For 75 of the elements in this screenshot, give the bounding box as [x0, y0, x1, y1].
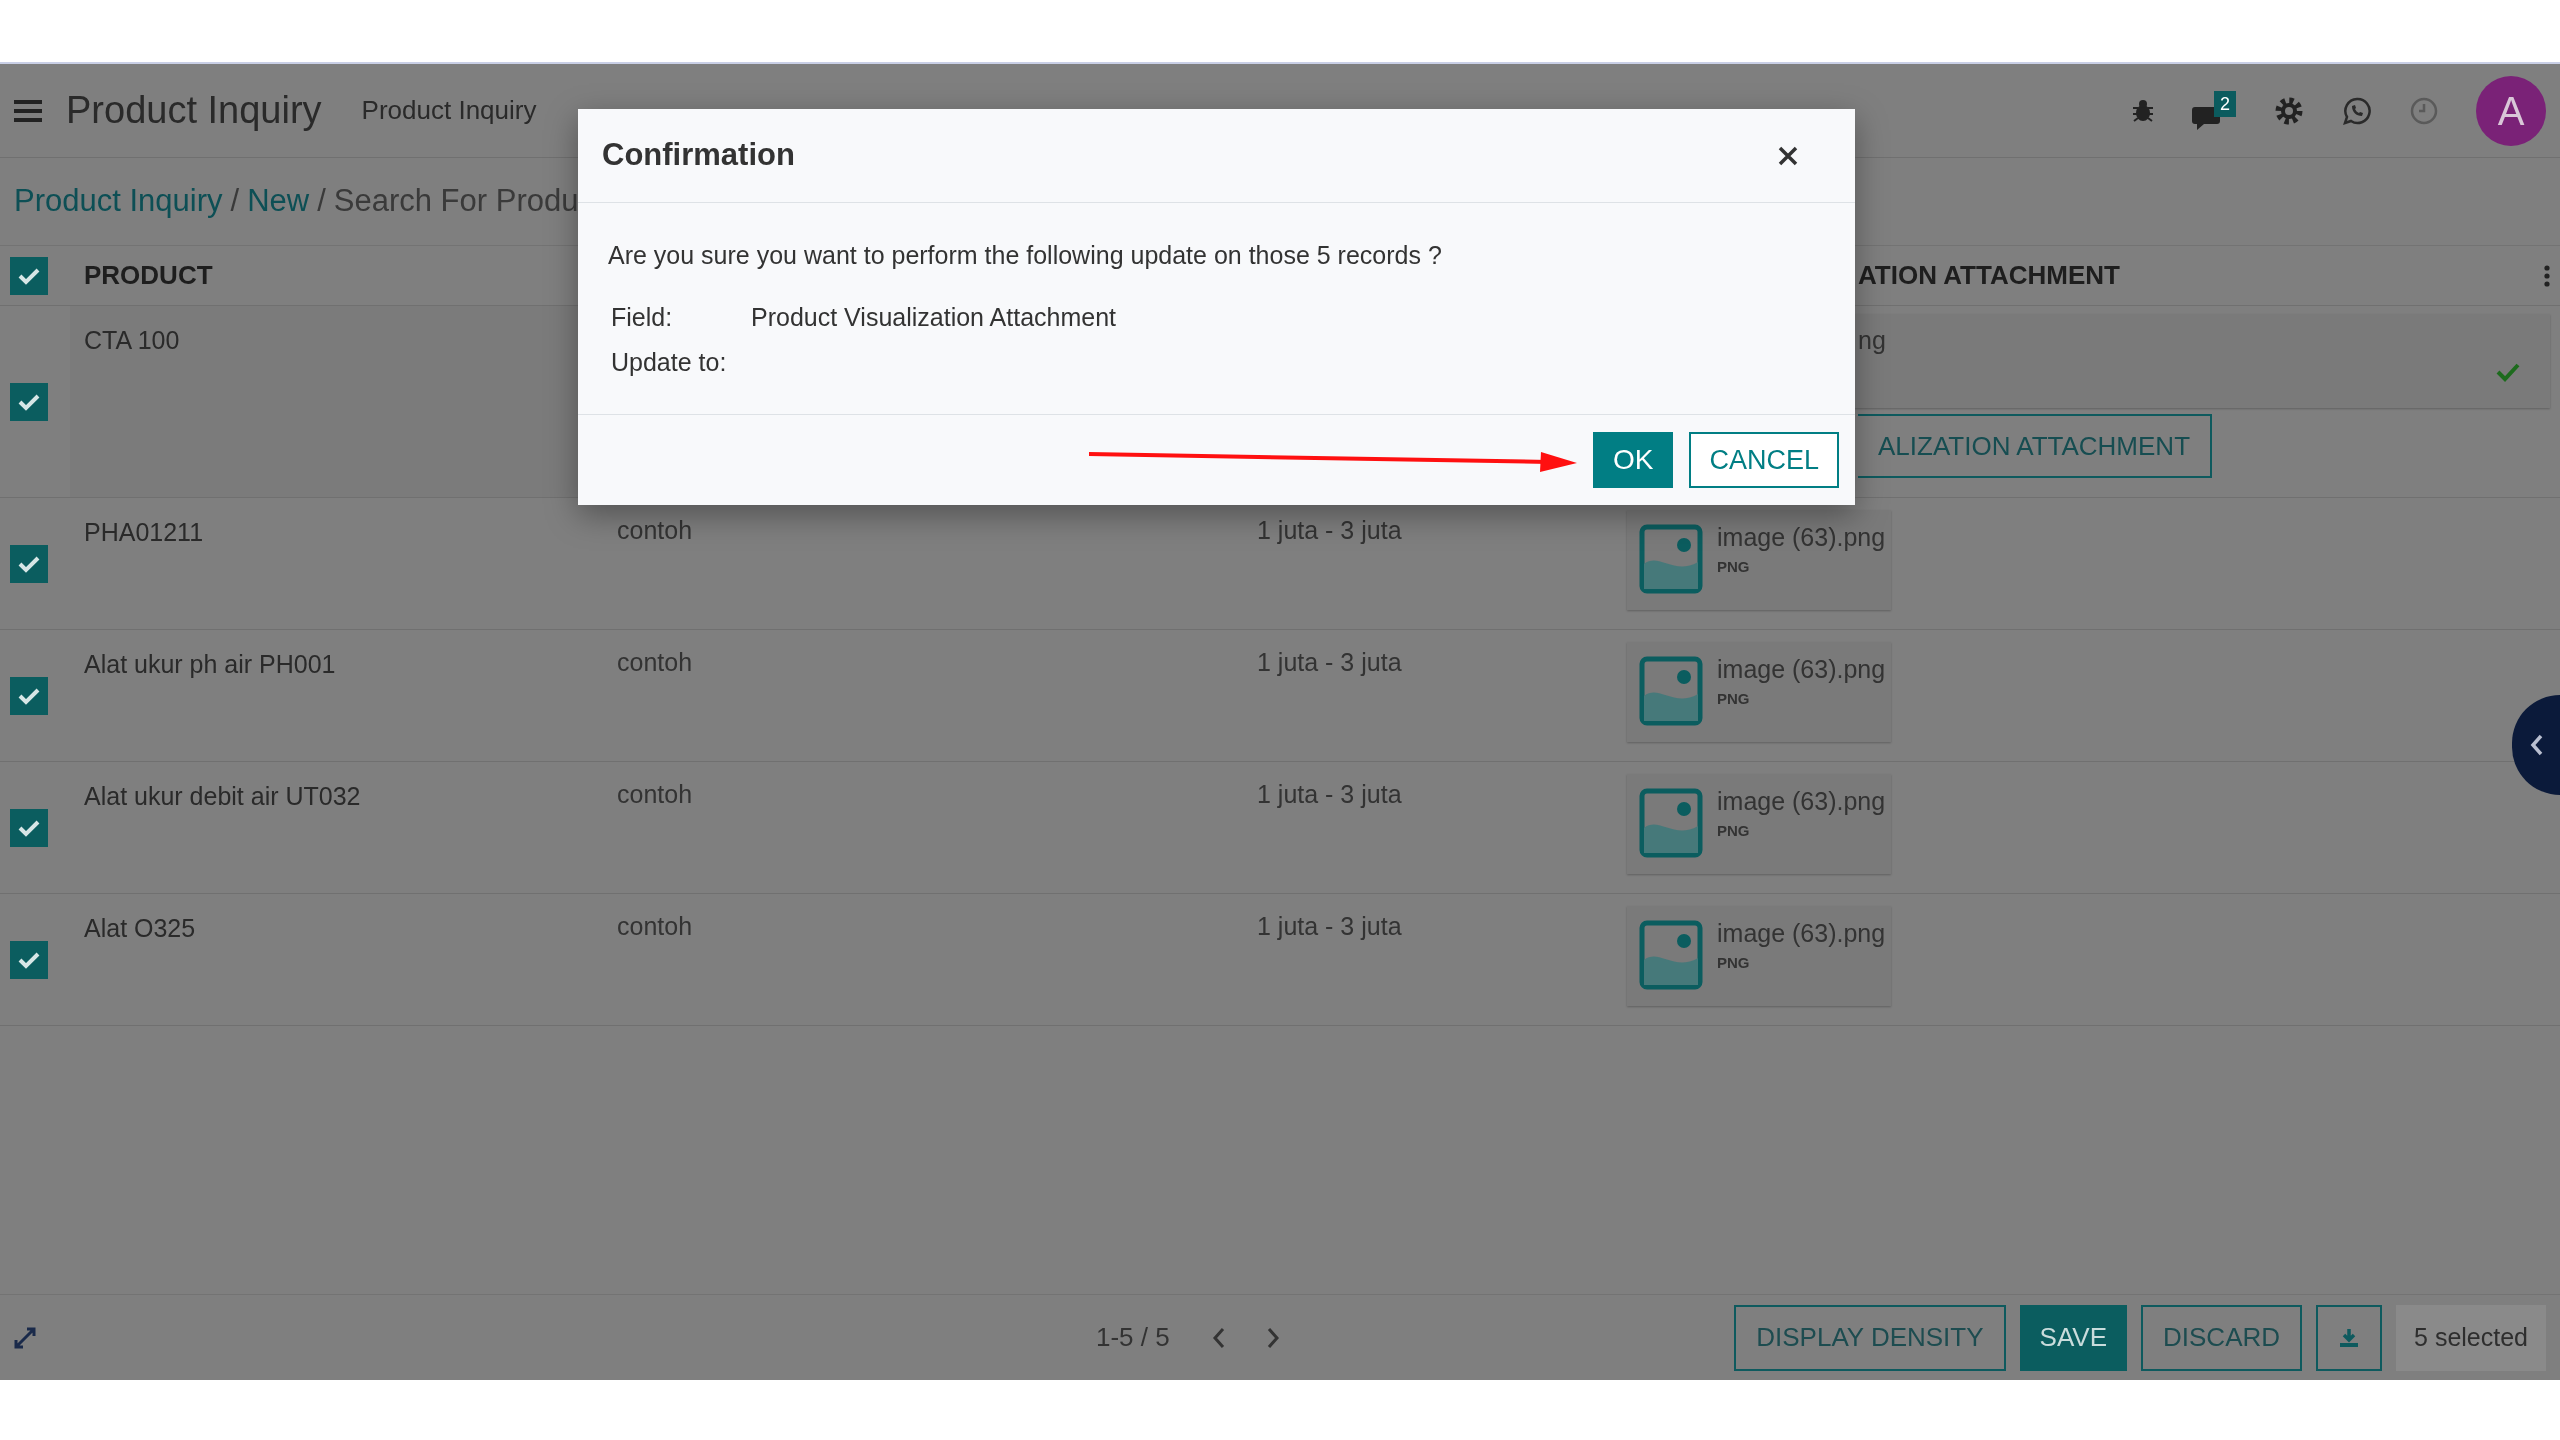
checkmark-icon: [2496, 362, 2520, 382]
check-icon: [18, 266, 40, 285]
image-file-icon: [1639, 788, 1703, 858]
close-icon[interactable]: [1777, 144, 1799, 167]
image-file-icon: [1639, 524, 1703, 594]
field-label: Field:: [611, 301, 674, 333]
whatsapp-icon[interactable]: [2342, 95, 2372, 126]
menu-icon[interactable]: [14, 98, 42, 123]
pager-text: 1-5 / 5: [1096, 1321, 1170, 1354]
footer-button[interactable]: DISPLAY DENSITY: [1734, 1304, 2006, 1371]
image-file-icon: [1639, 656, 1703, 726]
check-icon: [18, 554, 40, 573]
footer-button[interactable]: DISCARD: [2141, 1304, 2303, 1371]
dialog-title: Confirmation: [602, 136, 795, 175]
file-name: image (63).png: [1717, 918, 1886, 948]
breadcrumb-separator: /: [317, 182, 326, 221]
checkbox[interactable]: [10, 256, 48, 295]
check-icon: [18, 950, 40, 969]
file-type: PNG: [1717, 557, 1751, 577]
bug-icon[interactable]: [2132, 98, 2154, 123]
breadcrumb-current: Search For Produ: [333, 182, 579, 221]
checkbox[interactable]: [10, 940, 48, 979]
attachment-card[interactable]: image (63).png PNG: [1627, 774, 1891, 874]
selection-count[interactable]: 5 selected: [2396, 1304, 2546, 1371]
checkbox[interactable]: [10, 544, 48, 583]
check-icon: [18, 818, 40, 837]
table-cell: 1 juta - 3 juta: [1257, 780, 1402, 808]
footer-button[interactable]: SAVE: [2019, 1304, 2127, 1371]
checkbox[interactable]: [10, 808, 48, 847]
file-name: image (63).png: [1717, 654, 1886, 684]
attachment-card[interactable]: image (63).png PNG: [1627, 642, 1891, 742]
chevron-left-icon: [2530, 734, 2544, 756]
checkbox[interactable]: [10, 676, 48, 715]
table-cell: contoh: [617, 516, 693, 544]
table-cell: contoh: [617, 648, 693, 676]
dialog-message: Are you sure you want to perform the following update on those 5 records ?: [608, 240, 1443, 271]
app-title: Product Inquiry: [66, 88, 322, 133]
upload-button[interactable]: ALIZATION ATTACHMENT: [1858, 414, 2212, 478]
cancel-button[interactable]: CANCEL: [1689, 432, 1839, 488]
file-type: PNG: [1717, 689, 1751, 709]
table-cell: Alat O325: [84, 914, 196, 942]
table-cell: Alat ukur debit air UT032: [84, 782, 361, 810]
table-cell: 1 juta - 3 juta: [1257, 912, 1402, 940]
table-cell: contoh: [617, 780, 693, 808]
table-cell: CTA 100: [84, 326, 180, 354]
download-icon: [2339, 1327, 2360, 1348]
expand-icon[interactable]: [14, 1326, 36, 1349]
attachment-card[interactable]: image (63).png PNG: [1627, 510, 1891, 610]
file-name: image (63).png: [1717, 786, 1886, 816]
attachment-card[interactable]: image (63).png PNG: [1627, 906, 1891, 1006]
more-options-icon[interactable]: [2544, 264, 2550, 287]
settings-icon[interactable]: [2274, 95, 2304, 126]
table-cell: contoh: [617, 912, 693, 940]
ok-button[interactable]: OK: [1593, 432, 1674, 488]
breadcrumb-link[interactable]: Product Inquiry: [14, 178, 223, 225]
previous-icon[interactable]: [1211, 1326, 1226, 1349]
breadcrumb-separator: /: [230, 182, 240, 221]
breadcrumb-link[interactable]: New: [247, 178, 310, 225]
table-cell: PHA01211: [84, 518, 204, 546]
column-header[interactable]: ATION ATTACHMENT: [1858, 256, 2120, 295]
menu-item[interactable]: Product Inquiry: [361, 91, 537, 130]
check-icon: [18, 686, 40, 705]
field-label: Update to:: [611, 347, 728, 378]
file-type: PNG: [1717, 821, 1751, 841]
checkbox[interactable]: [10, 382, 48, 421]
next-icon[interactable]: [1265, 1326, 1280, 1349]
check-icon: [18, 392, 40, 411]
table-cell: 1 juta - 3 juta: [1257, 648, 1402, 676]
field-value: Product Visualization Attachment: [751, 301, 1118, 333]
table-cell: 1 juta - 3 juta: [1257, 516, 1402, 544]
file-type: PNG: [1717, 953, 1751, 973]
table-cell: Alat ukur ph air PH001: [84, 650, 336, 678]
avatar[interactable]: A: [2476, 75, 2546, 146]
image-file-icon: [1639, 920, 1703, 990]
file-name: image (63).png: [1717, 522, 1886, 552]
